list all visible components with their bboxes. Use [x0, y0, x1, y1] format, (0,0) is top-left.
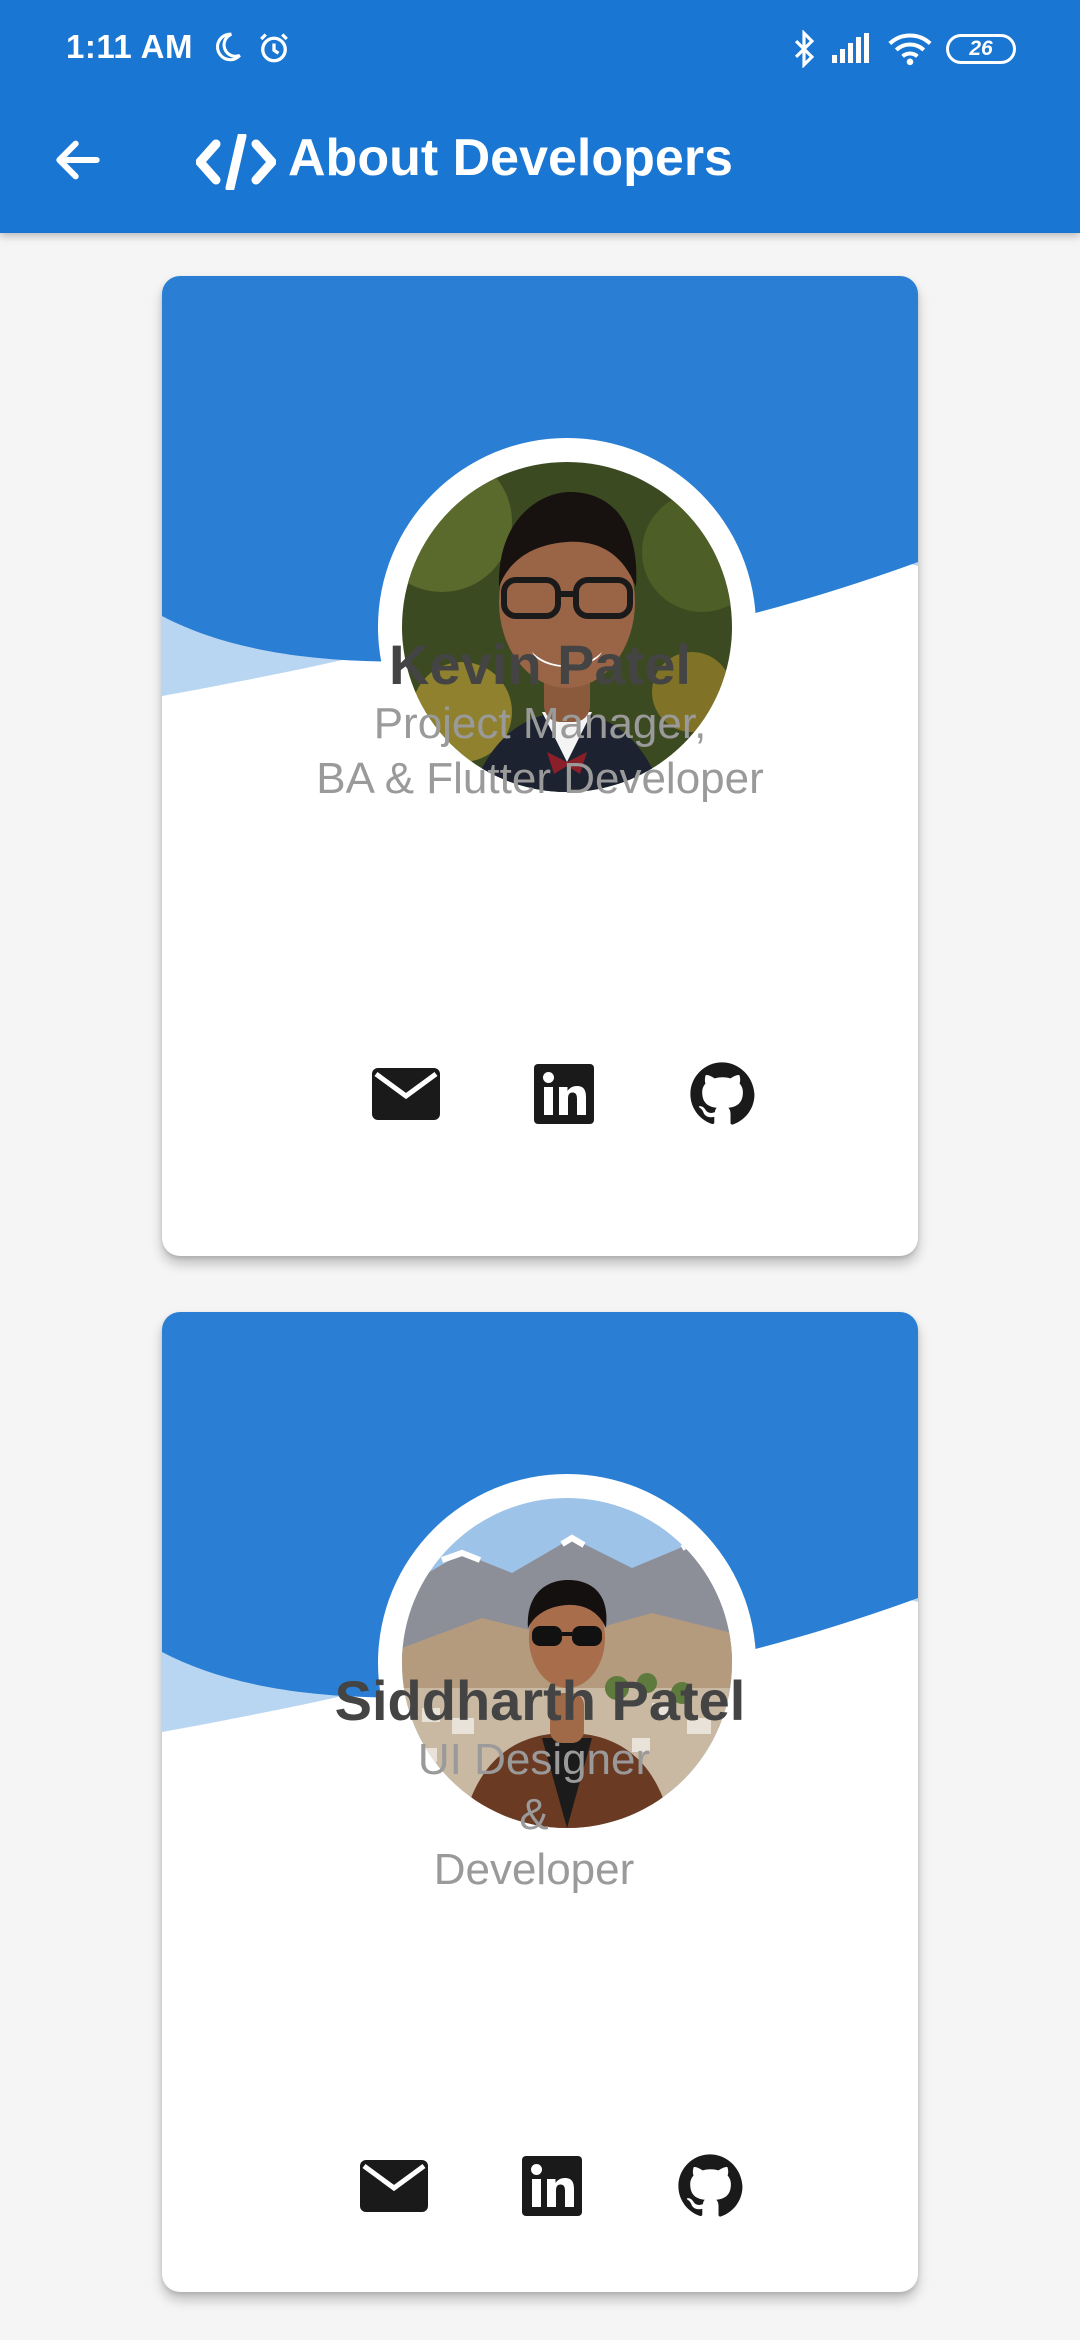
alarm-icon — [260, 33, 288, 63]
status-bar: 1:11 AM 26 — [0, 0, 1080, 100]
github-icon — [690, 1062, 755, 1125]
developer-role-line: & — [519, 1790, 549, 1839]
linkedin-button[interactable] — [528, 1058, 600, 1130]
developer-role: Project Manager, BA & Flutter Developer — [162, 696, 918, 806]
github-button[interactable] — [674, 2150, 746, 2222]
battery-level: 26 — [969, 37, 993, 60]
social-links — [162, 2150, 918, 2222]
status-time: 1:11 AM — [66, 28, 193, 65]
code-icon — [196, 134, 276, 190]
app-bar: About Developers — [0, 110, 1080, 210]
top-app-bar: 1:11 AM 26 About Developers — [0, 0, 1080, 233]
moon-icon — [216, 32, 241, 62]
email-icon — [360, 2160, 428, 2212]
bluetooth-icon — [794, 30, 815, 68]
developer-name: Siddharth Patel — [334, 1669, 746, 1732]
email-button[interactable] — [358, 2150, 430, 2222]
email-icon — [372, 1068, 440, 1120]
github-icon — [678, 2154, 743, 2217]
linkedin-button[interactable] — [516, 2150, 588, 2222]
social-links — [162, 1058, 918, 1130]
page-title: About Developers — [288, 129, 733, 187]
battery-icon: 26 — [946, 34, 1016, 64]
developer-name: Kevin Patel — [389, 633, 691, 696]
github-button[interactable] — [686, 1058, 758, 1130]
developer-role-line: Developer — [433, 1845, 635, 1894]
developer-role: UI Designer & Developer — [162, 1732, 906, 1897]
developer-role-line: BA & Flutter Developer — [316, 754, 764, 803]
email-button[interactable] — [370, 1058, 442, 1130]
back-arrow-icon[interactable] — [50, 132, 106, 188]
developer-role-line: Project Manager, — [373, 699, 707, 748]
developer-role-line: UI Designer — [417, 1735, 651, 1784]
wifi-icon — [888, 33, 932, 66]
signal-icon — [832, 33, 869, 63]
developer-card: Siddharth Patel UI Designer & Developer — [162, 1312, 918, 2292]
linkedin-icon — [522, 2156, 582, 2216]
linkedin-icon — [534, 1064, 594, 1124]
developer-card: Kevin Patel Project Manager, BA & Flutte… — [162, 276, 918, 1256]
